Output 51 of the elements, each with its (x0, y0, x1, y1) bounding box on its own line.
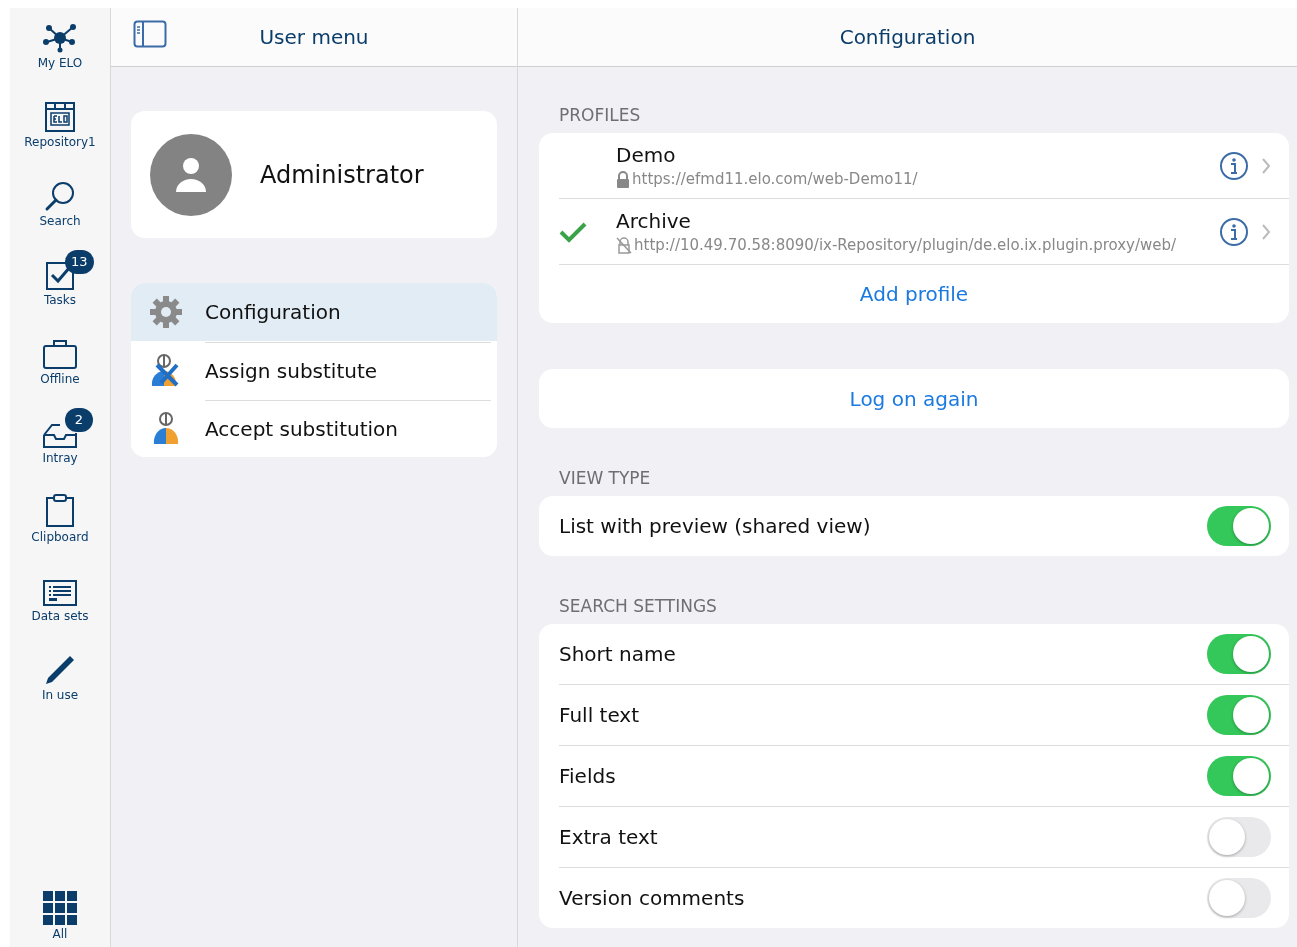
menu-item[interactable]: Configuration (131, 283, 497, 341)
profile-url: http://10.49.70.58:8090/ix-Repository/plugin/de.elo.ix.plugin.proxy/web/ (634, 236, 1177, 254)
nav-item[interactable]: Tasks 13 (10, 228, 110, 307)
nav-item[interactable]: Clipboard (10, 465, 110, 544)
nav-item[interactable]: My ELO (10, 8, 110, 70)
panel-title: Configuration (839, 25, 976, 49)
section-heading: PROFILES (559, 105, 642, 125)
search-icon (44, 180, 76, 212)
panel-title: User menu (259, 25, 369, 49)
setting-label: Short name (559, 642, 676, 666)
nav-item[interactable]: Data sets (10, 544, 110, 623)
toggle-switch[interactable] (1207, 695, 1271, 735)
grid-icon (43, 891, 77, 925)
profile-name: Archive (616, 209, 692, 233)
toggle-switch[interactable] (1207, 506, 1271, 546)
log-on-again-link[interactable]: Log on again (849, 386, 979, 411)
toggle-switch[interactable] (1207, 634, 1271, 674)
info-icon[interactable] (1219, 150, 1249, 181)
count-badge: 13 (65, 250, 94, 274)
nav-item[interactable]: Intray 2 (10, 386, 110, 465)
toggle-switch[interactable] (1207, 817, 1271, 857)
nav-item[interactable]: Repository1 (10, 70, 110, 149)
chevron-right-icon (1261, 156, 1271, 175)
setting-label: Full text (559, 703, 640, 727)
clipboard-icon (45, 492, 75, 528)
toggle-switch[interactable] (1207, 756, 1271, 796)
toggle-switch[interactable] (1207, 878, 1271, 918)
repository-icon (44, 101, 76, 133)
setting-label: Version comments (559, 886, 745, 910)
gear-icon (149, 295, 183, 329)
form-icon (42, 579, 78, 607)
count-badge: 2 (65, 408, 93, 432)
chevron-right-icon (1261, 222, 1271, 241)
setting-label: Fields (559, 764, 616, 788)
nav-item[interactable]: In use (10, 623, 110, 702)
section-heading: VIEW TYPE (559, 468, 652, 488)
avatar-icon (150, 133, 232, 216)
nav-item[interactable]: Search (10, 149, 110, 228)
setting-label: Extra text (559, 825, 658, 849)
nav-item[interactable]: All (10, 885, 110, 941)
info-icon[interactable] (1219, 216, 1249, 247)
nav-item[interactable]: Offline (10, 307, 110, 386)
briefcase-icon (42, 338, 78, 370)
add-profile-link[interactable]: Add profile (859, 282, 969, 306)
pen-icon (44, 654, 76, 686)
profile-url: https://efmd11.elo.com/web-Demo11/ (632, 170, 918, 188)
profile-name: Demo (616, 143, 677, 167)
setting-label: List with preview (shared view) (559, 514, 871, 538)
section-heading: SEARCH SETTINGS (559, 596, 718, 616)
user-name: Administrator (260, 160, 424, 189)
sidebar-toggle-icon[interactable] (133, 20, 167, 51)
